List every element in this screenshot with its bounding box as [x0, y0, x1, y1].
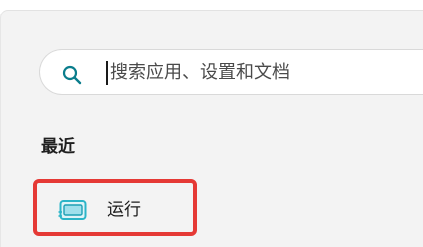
search-box[interactable]: 搜索应用、设置和文档 [39, 49, 423, 95]
start-search-panel: 搜索应用、设置和文档 最近 运行 [0, 0, 423, 247]
text-caret [106, 61, 108, 85]
run-dialog-icon [58, 200, 87, 220]
search-input[interactable]: 搜索应用、设置和文档 [110, 61, 290, 85]
recent-item-run[interactable]: 运行 [41, 186, 187, 234]
search-icon [62, 65, 82, 85]
recent-section-title: 最近 [41, 137, 75, 157]
recent-item-label: 运行 [107, 200, 141, 220]
